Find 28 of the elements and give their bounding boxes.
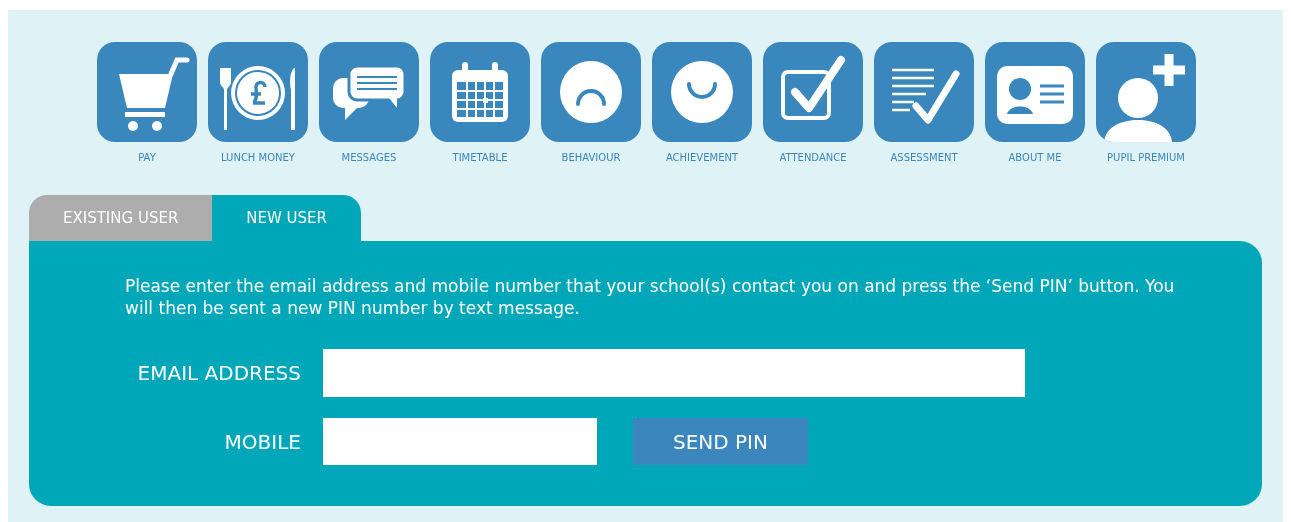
menu-tile-link[interactable]: PUPIL PREMIUM [1096,42,1196,163]
tab[interactable]: NEW USER [212,195,361,241]
menu-tile-link[interactable]: TIMETABLE [430,42,530,163]
id-card-icon [985,42,1085,142]
person-plus-icon [1096,42,1196,142]
plate-icon [208,42,308,142]
menu-tile-link[interactable]: ASSESSMENT [874,42,974,163]
tab[interactable]: EXISTING USER [29,195,213,241]
calendar-icon [430,42,530,142]
mobile-field[interactable] [323,418,597,466]
menu-tile-link[interactable]: MESSAGES [319,42,419,163]
speech-bubbles-icon [319,42,419,142]
menu-tile-link[interactable]: LUNCH MONEY [208,42,308,163]
menu-tile-link[interactable]: ABOUT ME [985,42,1085,163]
menu-tile-link[interactable]: BEHAVIOUR [541,42,641,163]
checkbox-icon [763,42,863,142]
field-label: EMAIL ADDRESS [136,360,301,388]
cart-icon [97,42,197,142]
send-pin-button[interactable]: SEND PIN [633,418,808,466]
frowning-face-icon [541,42,641,142]
smiling-face-icon [652,42,752,142]
email-field[interactable] [323,349,1025,398]
instructions-text: Please enter the email address and mobile number that your school(s) contact you on and press the ‘Send PIN’ button. You will then be sent a new PIN number by text message. [125,275,1175,320]
menu-tile-link[interactable]: ATTENDANCE [763,42,863,163]
menu-tile-link[interactable]: ACHIEVEMENT [652,42,752,163]
field-label: MOBILE [223,428,301,456]
menu-tile-link[interactable]: PAY [97,42,197,163]
checklist-icon [874,42,974,142]
